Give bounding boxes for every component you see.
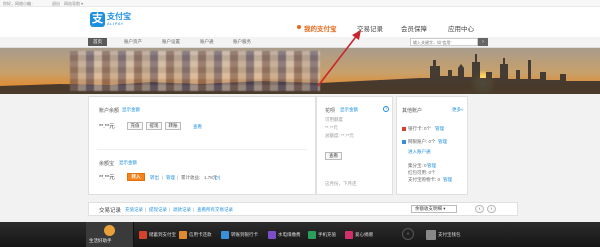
- recharge-button[interactable]: 充值: [127, 122, 143, 130]
- huabei-footer: 这月份，下月还: [325, 181, 357, 186]
- trade-records-title: 交易记录: [99, 208, 122, 214]
- top-strip: 你好，网络小编 · 退出 网站导航 ▾: [0, 0, 600, 7]
- toolbar-item-wallet[interactable]: 支付宝钱包: [426, 229, 461, 240]
- heart-icon: [345, 230, 353, 239]
- trade-records-bar: 交易记录 充值记录 | 提现记录 | 退款记录 | 查看所有交易记录 余额收支明…: [88, 202, 518, 216]
- earnings-help-link[interactable]: [?]: [215, 175, 220, 180]
- available-label: 可用额度: [325, 117, 343, 122]
- sub-nav: 首页 账户资产 账户设置 账户通 账户服务 ›: [0, 37, 600, 48]
- next-page-button[interactable]: ›: [487, 205, 496, 213]
- toolbar-item-donation[interactable]: 爱心捐赠: [345, 229, 373, 240]
- total-amount: 总额度: **.**元: [325, 133, 354, 138]
- nav-app-center[interactable]: 应用中心: [448, 23, 474, 33]
- other-accounts-title: 其他账户: [402, 108, 423, 114]
- separator-2: |: [177, 175, 179, 180]
- withdraw-button[interactable]: 提现: [146, 122, 162, 130]
- tab-account-link[interactable]: 账户通: [200, 39, 214, 45]
- mobile-icon: [308, 230, 316, 239]
- view-huabei-button[interactable]: 查看: [325, 152, 342, 160]
- nav-trade-records[interactable]: 交易记录: [357, 23, 383, 33]
- yuebao-title: 余额宝: [99, 161, 115, 167]
- separator: |: [193, 207, 195, 212]
- toolbar-item-credit-repay[interactable]: 信用卡还款: [179, 229, 212, 240]
- tab-account-settings[interactable]: 账户设置: [162, 39, 180, 45]
- balance-title: 账户余额: [99, 108, 120, 114]
- all-records-link[interactable]: 查看所有交易记录: [197, 207, 233, 213]
- other-accounts-panel: 其他账户 更多» 银行卡: 0个 管理 网银账户: 0个 管理 进入账户通 集分…: [396, 96, 468, 195]
- qr-code-icon: [426, 229, 436, 240]
- toolbar-item-mobile-topup[interactable]: 手机充值: [308, 229, 336, 240]
- assistant-icon: [104, 225, 115, 236]
- assistant-label: 生活好助手: [89, 238, 112, 243]
- tab-home[interactable]: 首页: [88, 38, 107, 46]
- prev-page-button[interactable]: ‹: [475, 205, 484, 213]
- show-yuebao-link[interactable]: 显示金额: [119, 160, 137, 166]
- records-filter-select[interactable]: 余额收支明细 ▾: [411, 205, 457, 213]
- search-input[interactable]: [410, 38, 478, 46]
- online-bank-manage-link[interactable]: 管理: [438, 139, 447, 145]
- view-link[interactable]: 查看: [193, 124, 202, 130]
- nav-my-alipay[interactable]: 我的支付宝: [304, 23, 337, 33]
- help-icon[interactable]: ?: [383, 106, 389, 112]
- toolbar-item-savings[interactable]: 储蓄到支付宝: [139, 229, 176, 240]
- nav-member-protection[interactable]: 会员保障: [401, 23, 427, 33]
- show-huabei-link[interactable]: 显示金额: [340, 107, 358, 113]
- tab-account-assets[interactable]: 账户资产: [124, 39, 142, 45]
- divider: [97, 149, 307, 150]
- yuebao-amount: **.**元: [99, 175, 115, 181]
- withdraw-records-link[interactable]: 提现记录: [149, 207, 167, 213]
- refund-records-link[interactable]: 退款记录: [173, 207, 191, 213]
- separator: |: [145, 207, 147, 212]
- more-accounts-link[interactable]: 更多»: [452, 107, 464, 113]
- transfer-button[interactable]: 转账: [165, 122, 181, 130]
- pixelated-profile-area: [70, 51, 320, 91]
- collapse-toolbar-button[interactable]: ^: [402, 228, 414, 240]
- bank-card-manage-link[interactable]: 管理: [435, 126, 444, 132]
- active-dot-icon: [297, 25, 301, 29]
- credit-card-icon: [179, 230, 187, 239]
- earnings-label: 累计收益:: [181, 175, 201, 180]
- bank-transfer-icon: [221, 230, 229, 239]
- shopping-card-manage-link[interactable]: 管理: [443, 177, 452, 183]
- enter-account-link[interactable]: 进入账户通: [408, 149, 431, 155]
- recharge-records-link[interactable]: 充值记录: [125, 207, 143, 213]
- shopping-card-label: 支付宝购物卡: 0: [408, 177, 441, 182]
- bank-card-icon: [402, 127, 406, 131]
- balance-amount: **.**元: [99, 124, 115, 130]
- huabei-title: 花呗: [325, 108, 336, 114]
- jifenbao-manage-link[interactable]: 管理: [427, 163, 436, 169]
- transfer-out-link[interactable]: 转出: [150, 175, 159, 181]
- alipay-logo-icon: 支: [90, 12, 105, 27]
- separator: |: [169, 207, 171, 212]
- utilities-icon: [268, 230, 276, 239]
- toolbar-item-bank-transfer[interactable]: 转账到银行卡: [221, 229, 258, 240]
- balance-panel: 账户余额 显示金额 **.**元 充值 提现 转账 查看 余额宝 显示金额 **…: [88, 96, 316, 195]
- savings-icon: [139, 230, 147, 239]
- logo-subtext: ALIPAY: [107, 21, 125, 26]
- online-bank-icon: [402, 140, 406, 144]
- transfer-in-button[interactable]: 转入: [127, 173, 145, 181]
- toolbar-item-utilities[interactable]: 水电煤缴费: [268, 229, 301, 240]
- jifenbao-label: 集分宝: 0: [408, 163, 427, 168]
- alipay-logo[interactable]: 支 支付宝 ALIPAY: [90, 11, 131, 31]
- separator: |: [162, 175, 164, 180]
- bank-card-label: 银行卡: 0个: [408, 126, 432, 131]
- show-balance-link[interactable]: 显示金额: [122, 107, 140, 113]
- red-packet-label: 红包可用: 0个: [408, 170, 436, 175]
- manage-yuebao-link[interactable]: 管理: [166, 175, 175, 181]
- available-amount: **.**元: [325, 125, 338, 130]
- header: 支 支付宝 ALIPAY 我的支付宝 交易记录 会员保障 应用中心: [0, 7, 600, 37]
- huabei-panel: 花呗 显示金额 ? 可用额度 **.**元 总额度: **.**元 查看 这月份…: [316, 96, 393, 195]
- tab-account-services[interactable]: 账户服务: [233, 39, 251, 45]
- search-button[interactable]: ›: [478, 38, 488, 46]
- life-assistant-toolbar: 生活好助手 储蓄到支付宝 信用卡还款 转账到银行卡 水电煤缴费 手机充值 爱心捐…: [0, 222, 600, 247]
- life-assistant-button[interactable]: 生活好助手: [86, 222, 134, 247]
- online-bank-label: 网银账户: 0个: [408, 139, 436, 144]
